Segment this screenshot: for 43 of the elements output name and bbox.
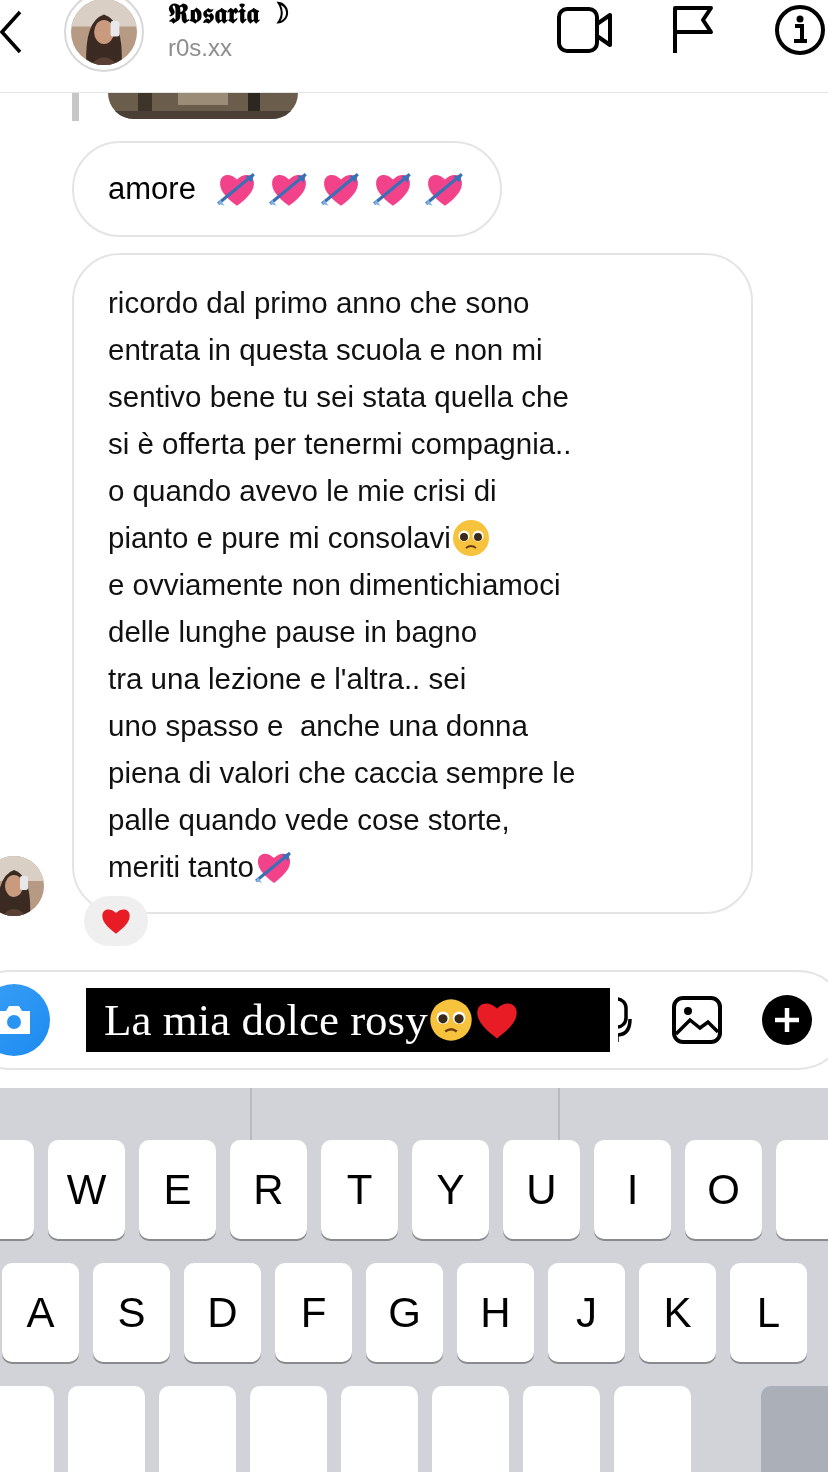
keyboard-key[interactable] [614,1386,691,1472]
keyboard-key[interactable] [341,1386,418,1472]
reply-bar [72,93,79,121]
contact-username: r0s.xx [168,34,233,62]
reaction-pill[interactable] [84,896,148,946]
keyboard-key[interactable]: I [594,1140,671,1239]
keyboard-key[interactable] [68,1386,145,1472]
keyboard-key[interactable]: G [366,1263,443,1362]
contact-name: 𝕽𝖔𝖘𝖆𝖗𝖎𝖆 ☽ [168,0,290,32]
keyboard-key[interactable]: A [2,1263,79,1362]
keyboard-key[interactable]: J [548,1263,625,1362]
keyboard-key[interactable]: W [48,1140,125,1239]
keyboard-key[interactable] [250,1386,327,1472]
keyboard-key[interactable]: Y [412,1140,489,1239]
keyboard-key[interactable]: F [275,1263,352,1362]
gallery-icon[interactable] [672,996,722,1044]
microphone-icon[interactable] [618,997,632,1043]
profile-avatar[interactable] [64,0,144,72]
keyboard-key[interactable]: K [639,1263,716,1362]
keyboard-key[interactable]: U [503,1140,580,1239]
keyboard-key[interactable]: L [730,1263,807,1362]
flag-icon[interactable] [671,5,715,55]
keyboard-key[interactable]: H [457,1263,534,1362]
keyboard-key[interactable]: O [685,1140,762,1239]
info-icon[interactable] [773,4,828,56]
caption-text: La mia dolce rosy [104,994,428,1046]
message-text: meriti tanto [108,849,254,885]
video-call-icon[interactable] [557,7,613,53]
message-composer[interactable]: La mia dolce rosy [0,970,828,1070]
pleading-face-icon [427,997,474,1043]
pleading-face-icon [450,517,491,558]
keyboard-key[interactable]: T [321,1140,398,1239]
add-icon[interactable] [762,995,812,1045]
keyboard-key[interactable]: S [93,1263,170,1362]
keyboard-key[interactable]: R [230,1140,307,1239]
back-icon[interactable] [0,10,22,54]
keyboard-key[interactable] [159,1386,236,1472]
message-text: amore [108,171,196,207]
keyboard-key[interactable]: D [184,1263,261,1362]
message-text: pianto e pure mi consolavi [108,520,451,556]
keyboard-key[interactable] [432,1386,509,1472]
keyboard-key[interactable] [523,1386,600,1472]
keyboard-key[interactable]: E [139,1140,216,1239]
